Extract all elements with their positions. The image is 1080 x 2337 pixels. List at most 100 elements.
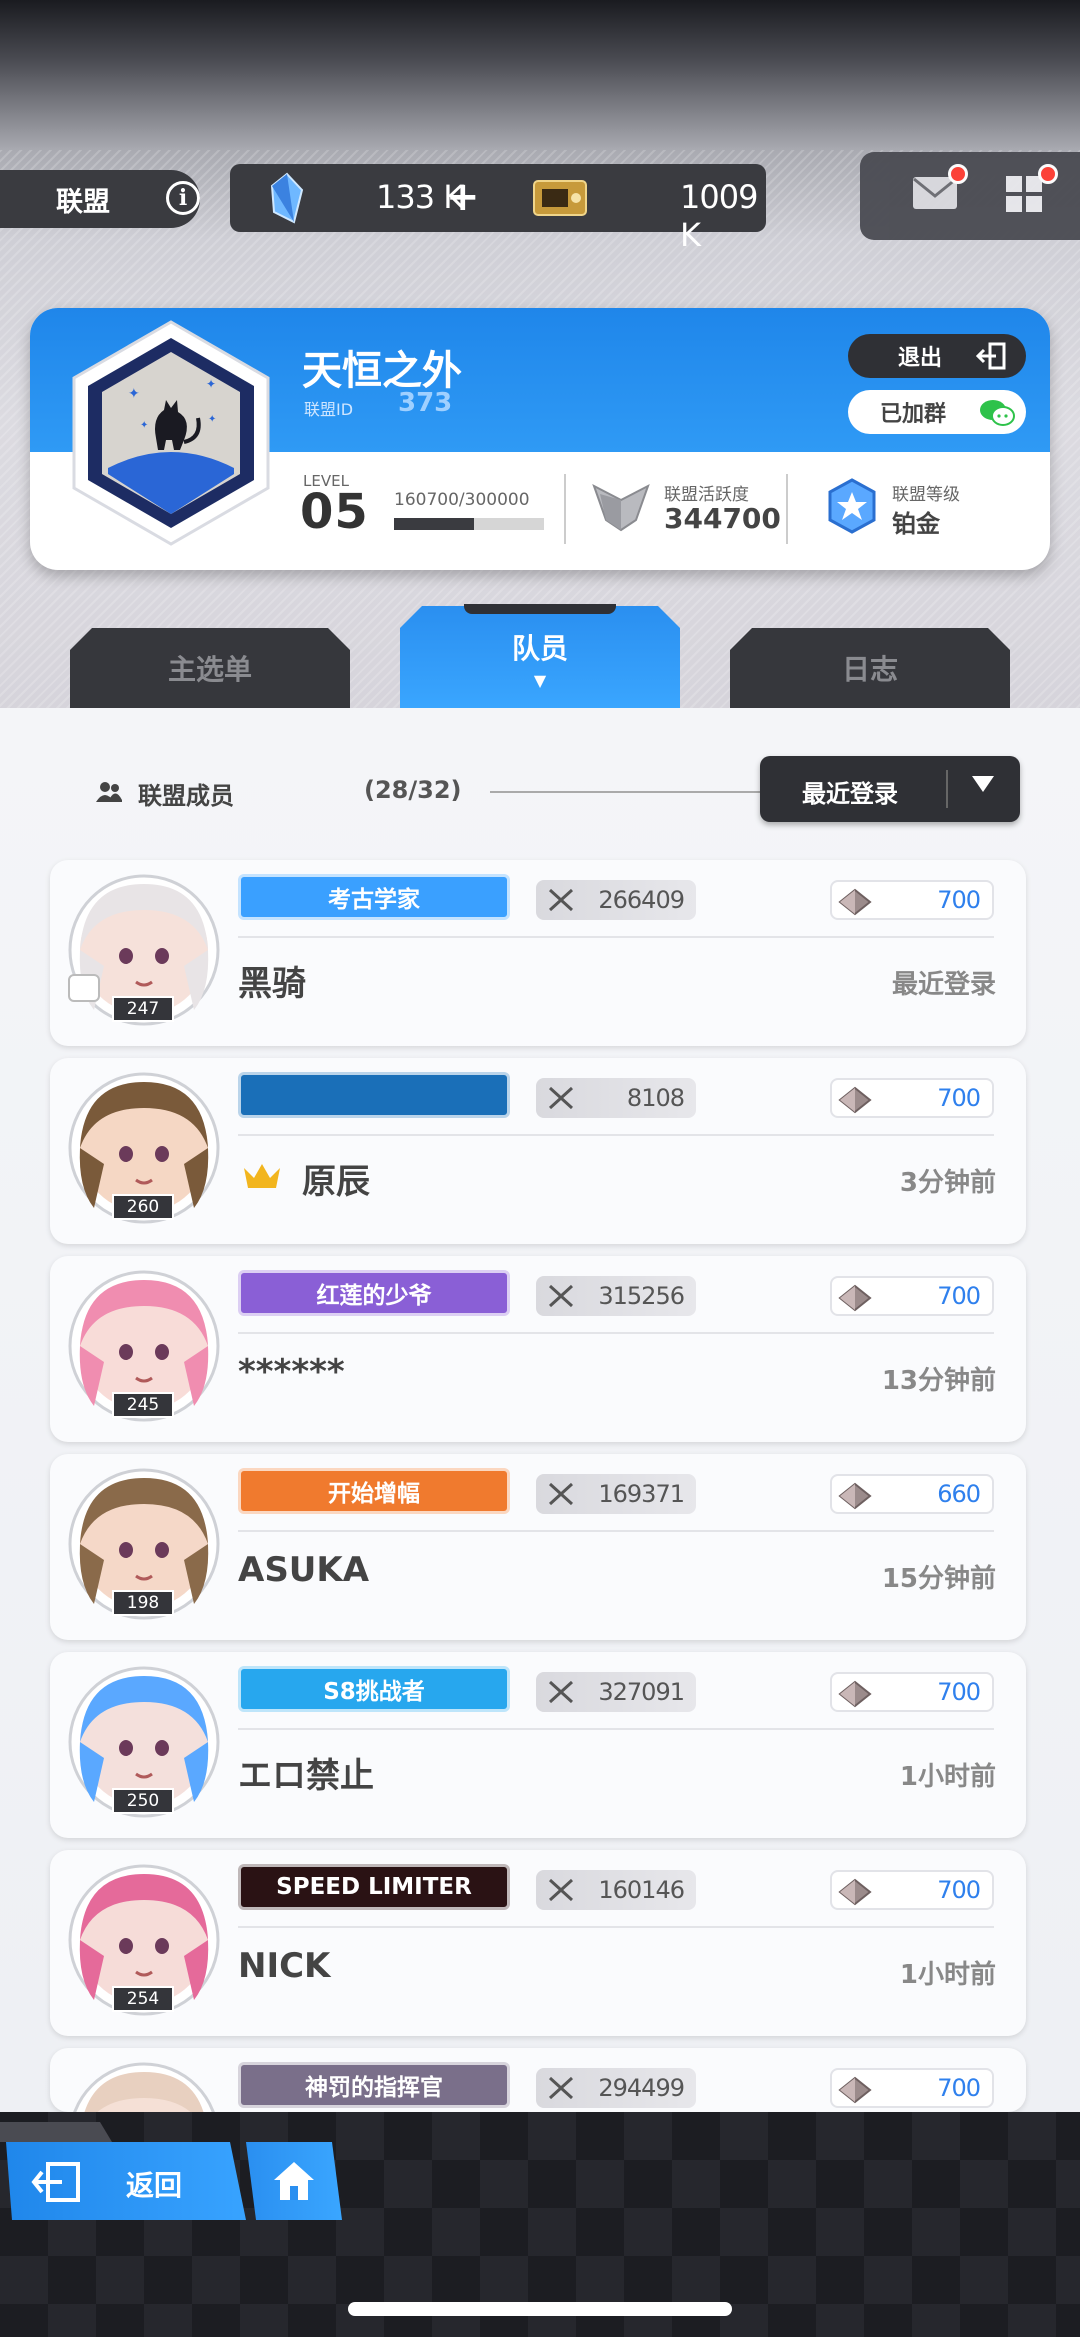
resource-bar: 133 K + 1009 K bbox=[230, 164, 766, 254]
exp-progress-bar bbox=[394, 518, 544, 530]
combat-power-pill: 315256 bbox=[536, 1276, 696, 1316]
home-button[interactable] bbox=[246, 2142, 342, 2220]
last-login-time: 最近登录 bbox=[891, 970, 996, 1000]
combat-power-pill: 294499 bbox=[536, 2068, 696, 2108]
crossed-swords-icon bbox=[548, 1680, 574, 1704]
member-name: 原辰 bbox=[302, 1162, 370, 1202]
svg-text:✦: ✦ bbox=[208, 414, 216, 425]
bottom-tab-edge bbox=[0, 2122, 112, 2142]
tab-members[interactable]: 队员 ▼ bbox=[400, 606, 680, 710]
crossed-swords-icon bbox=[548, 2076, 574, 2100]
badge-label: 神罚的指挥官 bbox=[305, 2075, 443, 2101]
member-row[interactable]: 260 8108 700 原辰 3分钟前 bbox=[50, 1058, 1026, 1244]
quit-alliance-button[interactable]: 退出 bbox=[848, 334, 1026, 378]
badge-label: SPEED LIMITER bbox=[276, 1874, 472, 1900]
members-icon bbox=[96, 782, 122, 802]
member-title-badge: SPEED LIMITER bbox=[238, 1864, 510, 1910]
last-login-time: 1小时前 bbox=[899, 1960, 996, 1990]
contribution-gem-icon bbox=[838, 2076, 872, 2104]
home-icon bbox=[274, 2162, 314, 2200]
quit-label: 退出 bbox=[898, 346, 943, 371]
joined-group-button[interactable]: 已加群 bbox=[848, 390, 1026, 434]
member-row[interactable]: 254 SPEED LIMITER 160146 700 NICK 1小时前 bbox=[50, 1850, 1026, 2036]
info-icon[interactable]: i bbox=[166, 181, 200, 215]
sort-dropdown[interactable]: 最近登录 bbox=[760, 756, 1020, 822]
crossed-swords-icon bbox=[548, 1086, 574, 1110]
combat-power-pill: 327091 bbox=[536, 1672, 696, 1712]
crossed-swords-icon bbox=[548, 1284, 574, 1308]
contribution-value: 700 bbox=[937, 1282, 981, 1310]
menu-grid-icon[interactable] bbox=[1004, 174, 1044, 214]
badge-label: 开始增幅 bbox=[328, 1481, 420, 1507]
member-row[interactable]: 250 S8挑战者 327091 700 エロ禁止 1小时前 bbox=[50, 1652, 1026, 1838]
member-level: 245 bbox=[112, 1392, 174, 1418]
member-level: 260 bbox=[112, 1194, 174, 1220]
alliance-level: 05 bbox=[300, 484, 369, 540]
contribution-value: 700 bbox=[937, 886, 981, 914]
members-divider bbox=[490, 791, 764, 793]
add-crystal-button[interactable]: + bbox=[446, 172, 480, 222]
row-divider bbox=[238, 1728, 994, 1730]
row-divider bbox=[238, 1332, 994, 1334]
sort-label: 最近登录 bbox=[802, 780, 898, 808]
top-right-menu bbox=[860, 152, 1080, 240]
member-row[interactable]: 198 开始增幅 169371 660 ASUKA 15分钟前 bbox=[50, 1454, 1026, 1640]
contribution-gem-icon bbox=[838, 1482, 872, 1510]
contribution-pill: 700 bbox=[830, 1870, 994, 1910]
tab-label: 主选单 bbox=[167, 653, 252, 686]
contribution-value: 700 bbox=[937, 1084, 981, 1112]
tab-active-marker: ▼ bbox=[533, 670, 547, 690]
contribution-value: 700 bbox=[937, 1678, 981, 1706]
combat-power: 294499 bbox=[598, 2074, 685, 2102]
alliance-id-label: 联盟ID bbox=[304, 400, 354, 419]
alliance-label: 联盟 bbox=[56, 186, 110, 218]
member-name: NICK bbox=[238, 1946, 331, 1986]
crossed-swords-icon bbox=[548, 1482, 574, 1506]
ticket-amount: 1009 K bbox=[680, 178, 758, 254]
member-row[interactable]: 247 考古学家 266409 700 黑骑 最近登录 bbox=[50, 860, 1026, 1046]
activity-value: 344700 bbox=[664, 502, 781, 535]
back-label: 返回 bbox=[126, 2169, 183, 2202]
contribution-pill: 700 bbox=[830, 1276, 994, 1316]
member-avatar[interactable] bbox=[64, 2058, 224, 2112]
back-icon bbox=[31, 2162, 80, 2202]
tab-main-menu[interactable]: 主选单 bbox=[70, 628, 350, 708]
crystal-icon bbox=[270, 172, 304, 224]
member-title-badge: 神罚的指挥官 bbox=[238, 2062, 510, 2108]
member-name: 黑骑 bbox=[238, 964, 306, 1004]
wechat-icon bbox=[980, 400, 1015, 426]
rank-label: 联盟等级 bbox=[892, 485, 960, 505]
last-login-time: 1小时前 bbox=[899, 1762, 996, 1792]
member-title-badge: 红莲的少爷 bbox=[238, 1270, 510, 1316]
alliance-emblem: ✦ ✦ ✦ ✦ bbox=[72, 320, 270, 546]
combat-power-pill: 169371 bbox=[536, 1474, 696, 1514]
exp-progress-fill bbox=[394, 518, 475, 530]
contribution-gem-icon bbox=[838, 1878, 872, 1906]
divider bbox=[564, 474, 566, 544]
combat-power-pill: 266409 bbox=[536, 880, 696, 920]
member-row[interactable]: 245 红莲的少爷 315256 700 ****** 13分钟前 bbox=[50, 1256, 1026, 1442]
contribution-pill: 660 bbox=[830, 1474, 994, 1514]
divider bbox=[946, 770, 948, 808]
member-level: 198 bbox=[112, 1590, 174, 1616]
svg-text:✦: ✦ bbox=[128, 386, 140, 402]
badge-label: 红莲的少爷 bbox=[316, 1283, 432, 1309]
member-level: 250 bbox=[112, 1788, 174, 1814]
badge-label: 考古学家 bbox=[328, 887, 420, 913]
menu-notification-dot bbox=[1038, 164, 1058, 184]
member-title-badge: S8挑战者 bbox=[238, 1666, 510, 1712]
contribution-gem-icon bbox=[838, 1284, 872, 1312]
rank-value: 铂金 bbox=[892, 510, 940, 538]
member-level: 247 bbox=[112, 996, 174, 1022]
home-indicator[interactable] bbox=[348, 2302, 732, 2316]
contribution-pill: 700 bbox=[830, 1078, 994, 1118]
last-login-time: 13分钟前 bbox=[881, 1366, 996, 1396]
row-divider bbox=[238, 936, 994, 938]
combat-power-pill: 8108 bbox=[536, 1078, 696, 1118]
avatar-frame-icon bbox=[68, 974, 100, 1002]
back-button[interactable]: 返回 bbox=[6, 2142, 246, 2220]
tab-log[interactable]: 日志 bbox=[730, 628, 1010, 708]
member-row[interactable]: 神罚的指挥官 294499 700 bbox=[50, 2048, 1026, 2112]
contribution-gem-icon bbox=[838, 1680, 872, 1708]
last-login-time: 15分钟前 bbox=[881, 1564, 996, 1594]
